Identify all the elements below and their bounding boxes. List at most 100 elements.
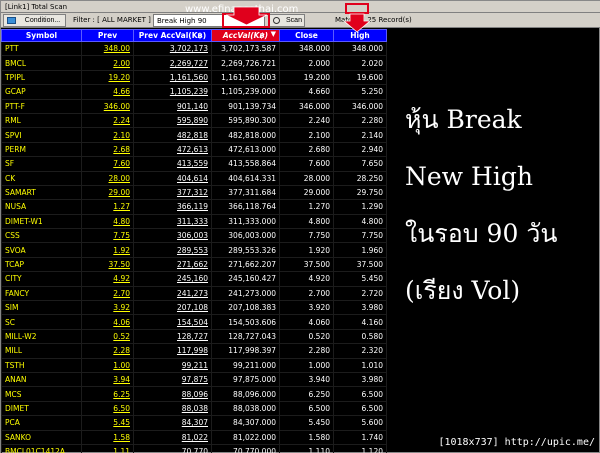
cell-prev-accval[interactable]: 88,096 [133, 386, 212, 402]
table-row[interactable]: MILL 2.28 117,998 117,998.397 2.280 2.320 [1, 343, 387, 359]
table-row[interactable]: SIM 3.92 207,108 207,108.383 3.920 3.980 [1, 300, 387, 316]
cell-prev-accval[interactable]: 84,307 [133, 415, 212, 431]
cell-close: 1.000 [279, 357, 334, 373]
cell-prev[interactable]: 4.66 [81, 84, 134, 100]
cell-prev[interactable]: 37.50 [81, 256, 134, 273]
column-header-close[interactable]: Close [279, 29, 334, 42]
cell-prev[interactable]: 4.06 [81, 314, 134, 330]
cell-prev-accval[interactable]: 128,727 [133, 328, 212, 345]
cell-prev[interactable]: 28.00 [81, 170, 134, 186]
cell-prev-accval[interactable]: 3,702,173 [133, 40, 212, 57]
cell-prev-accval[interactable]: 404,614 [133, 170, 212, 186]
cell-prev-accval[interactable]: 1,161,560 [133, 69, 212, 86]
cell-prev-accval[interactable]: 901,140 [133, 98, 212, 114]
table-row[interactable]: SC 4.06 154,504 154,503.606 4.060 4.160 [1, 314, 387, 330]
table-row[interactable]: PTT-F 346.00 901,140 901,139.734 346.000 346.… [1, 98, 387, 114]
table-row[interactable]: NUSA 1.27 366,119 366,118.764 1.270 1.290 [1, 199, 387, 215]
cell-prev[interactable]: 348.00 [81, 40, 134, 57]
cell-prev[interactable]: 6.50 [81, 400, 134, 417]
cell-high: 5.250 [333, 84, 387, 100]
table-row[interactable]: TPIPL 19.20 1,161,560 1,161,560.003 19.200 19… [1, 69, 387, 86]
cell-prev[interactable]: 6.25 [81, 386, 134, 402]
cell-prev[interactable]: 4.80 [81, 213, 134, 230]
cell-prev-accval[interactable]: 88,038 [133, 400, 212, 417]
table-row[interactable]: SAMART 29.00 377,312 377,311.684 29.000 29.75… [1, 184, 387, 201]
cell-prev[interactable]: 2.24 [81, 112, 134, 129]
cell-prev[interactable]: 2.10 [81, 127, 134, 143]
table-row[interactable]: MILL-W2 0.52 128,727 128,727.043 0.520 0.580 [1, 328, 387, 345]
cell-prev-accval[interactable]: 2,269,727 [133, 55, 212, 71]
table-row[interactable]: DIMET-W1 4.80 311,333 311,333.000 4.800 4.800 [1, 213, 387, 230]
cell-prev[interactable]: 3.94 [81, 371, 134, 388]
table-row[interactable]: BMCL 2.00 2,269,727 2,269,726.721 2.000 2.020 [1, 55, 387, 71]
cell-prev-accval[interactable]: 311,333 [133, 213, 212, 230]
cell-prev[interactable]: 3.92 [81, 300, 134, 316]
cell-prev-accval[interactable]: 595,890 [133, 112, 212, 129]
cell-prev[interactable]: 2.70 [81, 285, 134, 302]
cell-prev[interactable]: 346.00 [81, 98, 134, 114]
cell-prev-accval[interactable]: 70,770 [133, 443, 212, 453]
cell-prev-accval[interactable]: 271,662 [133, 256, 212, 273]
cell-prev-accval[interactable]: 154,504 [133, 314, 212, 330]
table-row[interactable]: TSTH 1.00 99,211 99,211.000 1.000 1.010 [1, 357, 387, 373]
cell-prev-accval[interactable]: 413,559 [133, 156, 212, 172]
cell-prev[interactable]: 2.28 [81, 343, 134, 359]
column-header-symbol[interactable]: Symbol [1, 29, 82, 42]
cell-prev[interactable]: 1.00 [81, 357, 134, 373]
cell-prev-accval[interactable]: 366,119 [133, 199, 212, 215]
cell-prev-accval[interactable]: 81,022 [133, 429, 212, 445]
cell-prev-accval[interactable]: 245,160 [133, 271, 212, 287]
cell-prev[interactable]: 2.00 [81, 55, 134, 71]
cell-prev-accval[interactable]: 377,312 [133, 184, 212, 201]
table-row[interactable]: MCS 6.25 88,096 88,096.000 6.250 6.500 [1, 386, 387, 402]
cell-prev[interactable]: 19.20 [81, 69, 134, 86]
table-row[interactable]: RML 2.24 595,890 595,890.300 2.240 2.280 [1, 112, 387, 129]
column-header-accval[interactable]: AccVal(K฿) ▼ [211, 29, 280, 42]
cell-prev-accval[interactable]: 99,211 [133, 357, 212, 373]
cell-prev[interactable]: 0.52 [81, 328, 134, 345]
cell-prev[interactable]: 1.11 [81, 443, 134, 453]
cell-prev-accval[interactable]: 97,875 [133, 371, 212, 388]
table-row[interactable]: SF 7.60 413,559 413,558.864 7.600 7.650 [1, 156, 387, 172]
column-header-prev[interactable]: Prev [81, 29, 134, 42]
table-row[interactable]: PERM 2.68 472,613 472,613.000 2.680 2.940 [1, 141, 387, 158]
table-row[interactable]: SPVI 2.10 482,818 482,818.000 2.100 2.140 [1, 127, 387, 143]
cell-prev-accval[interactable]: 472,613 [133, 141, 212, 158]
cell-prev[interactable]: 1.27 [81, 199, 134, 215]
cell-close: 1.270 [279, 199, 334, 215]
cell-prev-accval[interactable]: 241,273 [133, 285, 212, 302]
table-row[interactable]: CITY 4.92 245,160 245,160.427 4.920 5.450 [1, 271, 387, 287]
cell-prev[interactable]: 1.58 [81, 429, 134, 445]
table-row[interactable]: PTT 348.00 3,702,173 3,702,173.587 348.000 34… [1, 40, 387, 57]
cell-close: 1.580 [279, 429, 334, 445]
column-header-prev-accval[interactable]: Prev AccVal(K฿) [133, 29, 212, 42]
cell-prev-accval[interactable]: 1,105,239 [133, 84, 212, 100]
table-row[interactable]: PCA 5.45 84,307 84,307.000 5.450 5.600 [1, 415, 387, 431]
table-row[interactable]: SANKO 1.58 81,022 81,022.000 1.580 1.740 [1, 429, 387, 445]
cell-prev-accval[interactable]: 117,998 [133, 343, 212, 359]
cell-prev[interactable]: 4.92 [81, 271, 134, 287]
cell-prev-accval[interactable]: 482,818 [133, 127, 212, 143]
table-row[interactable]: CSS 7.75 306,003 306,003.000 7.750 7.750 [1, 228, 387, 244]
table-row[interactable]: TCAP 37.50 271,662 271,662.207 37.500 37.500 [1, 256, 387, 273]
cell-prev-accval[interactable]: 306,003 [133, 228, 212, 244]
cell-prev[interactable]: 7.75 [81, 228, 134, 244]
table-row[interactable]: FANCY 2.70 241,273 241,273.000 2.700 2.720 [1, 285, 387, 302]
cell-prev-accval[interactable]: 289,553 [133, 242, 212, 258]
cell-prev[interactable]: 1.92 [81, 242, 134, 258]
table-row[interactable]: GCAP 4.66 1,105,239 1,105,239.000 4.660 5.250 [1, 84, 387, 100]
filter-input[interactable] [153, 14, 265, 27]
condition-button[interactable]: Condition... [3, 14, 66, 27]
table-row[interactable]: CK 28.00 404,614 404,614.331 28.000 28.250 [1, 170, 387, 186]
table-row[interactable]: ANAN 3.94 97,875 97,875.000 3.940 3.980 [1, 371, 387, 388]
cell-prev[interactable]: 5.45 [81, 415, 134, 431]
table-row[interactable]: BMCL01C1412A 1.11 70,770 70,770.000 1.110 1.1… [1, 443, 387, 453]
column-header-high[interactable]: High [333, 29, 387, 42]
table-row[interactable]: DIMET 6.50 88,038 88,038.000 6.500 6.500 [1, 400, 387, 417]
cell-prev-accval[interactable]: 207,108 [133, 300, 212, 316]
cell-prev[interactable]: 7.60 [81, 156, 134, 172]
cell-prev[interactable]: 2.68 [81, 141, 134, 158]
scan-button[interactable]: Scan [269, 14, 305, 27]
cell-prev[interactable]: 29.00 [81, 184, 134, 201]
table-row[interactable]: SVOA 1.92 289,553 289,553.326 1.920 1.960 [1, 242, 387, 258]
